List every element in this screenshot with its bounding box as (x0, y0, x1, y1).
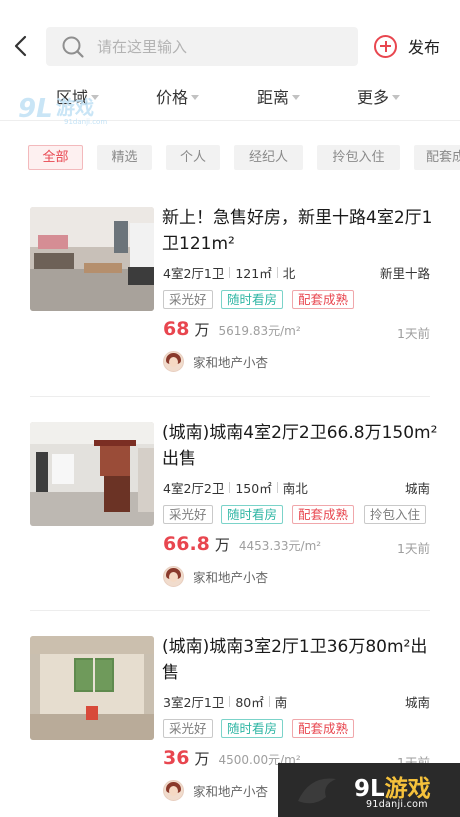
row-divider (30, 610, 430, 611)
listing-photo (30, 207, 154, 311)
search-input[interactable]: 请在这里输入 (46, 27, 358, 66)
room-layout: 4室2厅2卫 (163, 481, 225, 496)
listing-title: 新上！急售好房，新里十路4室2厅1卫121m² (162, 208, 433, 254)
caret-down-icon (392, 94, 401, 100)
filter-area[interactable]: 区域 (56, 84, 100, 108)
feature-tag: 采光好 (163, 290, 213, 309)
listing-specs: 4室2厅1卫 121㎡北 (163, 263, 295, 282)
filter-label: 距离 (257, 88, 290, 107)
filter-label: 价格 (156, 88, 189, 107)
feature-tag: 配套成熟 (292, 505, 355, 524)
district: 新里十路 (379, 266, 430, 281)
spec-divider (268, 696, 270, 707)
listing-card[interactable]: 新上！急售好房，新里十路4室2厅1卫121m² 4室2厅1卫 121㎡北 新里十路… (0, 207, 460, 421)
district: 城南 (404, 695, 430, 710)
filter-bar: 区域 价格 距离 更多 (0, 80, 460, 114)
agent-info[interactable]: 家和地产小杏 (163, 566, 268, 587)
watermark-logo-text: 9L游戏 (354, 769, 431, 803)
price-per-m2: 5619.83元/m² (218, 324, 301, 338)
agent-name: 家和地产小杏 (193, 570, 269, 585)
filter-divider (0, 120, 460, 121)
feature-tag: 配套成熟 (292, 719, 355, 738)
listing-specs: 4室2厅2卫 150㎡ 南北 (163, 478, 308, 497)
agent-name: 家和地产小杏 (193, 355, 269, 370)
listing-title: (城南)城南4室2厅2卫66.8万150m²出售 (162, 423, 438, 469)
price-per-m2: 4453.33元/m² (238, 539, 322, 553)
total-price: 68 (163, 318, 190, 340)
avatar (163, 351, 184, 372)
total-price: 36 (163, 747, 190, 769)
price-line: 68 万 5619.83元/m² (163, 318, 301, 340)
filter-label: 区域 (56, 88, 89, 107)
avatar (163, 780, 184, 801)
post-time: 1天前 (397, 326, 430, 341)
room-layout: 4室2厅1卫 (163, 266, 225, 281)
tag-featured[interactable]: 精选 (97, 145, 152, 170)
spec-divider (229, 482, 231, 493)
price-unit: 万 (194, 750, 210, 768)
filter-price[interactable]: 价格 (156, 84, 200, 108)
feature-tag: 采光好 (163, 505, 213, 524)
publish-button[interactable]: 发布 (374, 33, 440, 59)
district: 城南 (404, 481, 430, 496)
feature-tag: 随时看房 (221, 719, 284, 738)
feature-tag: 拎包入住 (364, 505, 427, 524)
orientation: 南北 (282, 481, 308, 496)
caret-down-icon (191, 94, 200, 100)
room-layout: 3室2厅1卫 (163, 695, 225, 710)
avatar (163, 566, 184, 587)
row-divider (30, 396, 430, 397)
spec-divider (276, 482, 278, 493)
listing-specs: 3室2厅1卫 80㎡南 (163, 692, 287, 711)
game-logo-icon (298, 778, 336, 804)
agent-name: 家和地产小杏 (193, 784, 269, 799)
caret-down-icon (91, 94, 100, 100)
feature-tag: 随时看房 (221, 505, 284, 524)
floor-area: 150㎡ (235, 481, 272, 496)
plus-circle-icon (374, 34, 397, 58)
listing-title: (城南)城南3室2厅1卫36万80m²出售 (162, 637, 428, 683)
orientation: 北 (282, 266, 296, 281)
spec-divider (229, 696, 231, 707)
publish-label: 发布 (408, 38, 441, 57)
filter-more[interactable]: 更多 (357, 84, 401, 108)
tag-filter-row: 全部 精选 个人 经纪人 拎包入住 配套成熟 (28, 145, 460, 171)
price-unit: 万 (194, 321, 210, 339)
tag-personal[interactable]: 个人 (166, 145, 220, 170)
tag-move-in-ready[interactable]: 拎包入住 (317, 145, 400, 170)
feature-tag: 采光好 (163, 719, 213, 738)
listing-photo (30, 422, 154, 526)
search-placeholder: 请在这里输入 (97, 38, 188, 56)
agent-info[interactable]: 家和地产小杏 (163, 780, 268, 801)
floor-area: 80㎡ (235, 695, 264, 710)
spec-divider (276, 267, 278, 278)
post-time: 1天前 (397, 541, 430, 556)
watermark-banner: 9L游戏 91danji.com (278, 763, 460, 817)
listing-card[interactable]: (城南)城南4室2厅2卫66.8万150m²出售 4室2厅2卫 150㎡ 南北 城南… (0, 422, 460, 636)
price-unit: 万 (214, 536, 230, 554)
agent-info[interactable]: 家和地产小杏 (163, 351, 268, 372)
tag-agent[interactable]: 经纪人 (234, 145, 303, 170)
search-icon (62, 36, 84, 58)
back-button[interactable] (8, 32, 32, 60)
total-price: 66.8 (163, 533, 210, 555)
price-line: 66.8 万 4453.33元/m² (163, 533, 321, 555)
chevron-left-icon (14, 35, 27, 57)
listing-photo (30, 636, 154, 740)
tag-all[interactable]: 全部 (28, 145, 83, 170)
filter-distance[interactable]: 距离 (257, 84, 301, 108)
filter-label: 更多 (357, 88, 390, 107)
watermark-site: 91danji.com (366, 799, 428, 810)
orientation: 南 (274, 695, 288, 710)
spec-divider (229, 267, 231, 278)
top-bar: 请在这里输入 发布 (0, 0, 460, 72)
feature-tag: 配套成熟 (292, 290, 355, 309)
feature-tag: 随时看房 (221, 290, 284, 309)
tag-mature-facilities[interactable]: 配套成熟 (414, 145, 460, 170)
caret-down-icon (292, 94, 301, 100)
floor-area: 121㎡ (235, 266, 272, 281)
